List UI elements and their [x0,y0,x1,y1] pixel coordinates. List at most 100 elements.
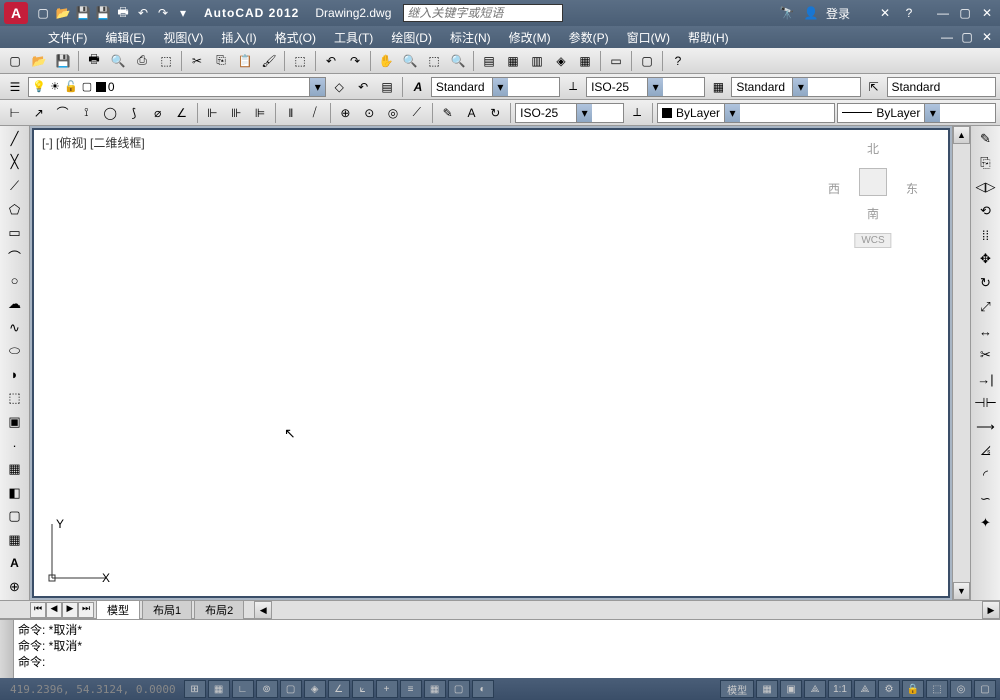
menu-draw[interactable]: 绘图(D) [383,27,440,48]
chevron-down-icon[interactable]: ▾ [724,104,740,122]
menu-modify[interactable]: 修改(M) [501,27,559,48]
tablestyle-combo[interactable]: Standard ▾ [731,77,860,97]
ellipse-icon[interactable]: ⬭ [3,340,27,362]
maximize-icon[interactable]: ▢ [956,4,974,22]
scroll-h-track[interactable] [272,601,982,619]
table-icon[interactable]: ▦ [3,529,27,551]
revcloud-icon[interactable]: ☁ [3,293,27,315]
scroll-left-icon[interactable]: ◀ [254,601,272,619]
open-icon[interactable]: 📂 [54,4,72,22]
tab-prev-icon[interactable]: ◀ [46,602,62,618]
sc-toggle[interactable]: ◐ [472,680,494,698]
dim-baseline-icon[interactable]: ⊪ [225,102,247,124]
dim-update-icon[interactable]: ↻ [484,102,506,124]
annotation-vis-icon[interactable]: ⟁ [854,680,876,698]
qp-toggle[interactable]: ▢ [448,680,470,698]
quickview-layouts-icon[interactable]: ▦ [756,680,778,698]
region-icon[interactable]: ▢ [3,506,27,528]
vertical-scrollbar[interactable]: ▲ ▼ [952,126,970,600]
command-window[interactable]: 命令: *取消* 命令: *取消* 命令: [0,618,1000,678]
model-space-label[interactable]: 模型 [720,680,754,698]
color-combo[interactable]: ByLayer ▾ [657,103,835,123]
new-button[interactable]: ▢ [4,50,26,72]
redo-icon[interactable]: ↷ [154,4,172,22]
dim-space-icon[interactable]: ‖ [280,102,302,124]
chevron-down-icon[interactable]: ▾ [924,104,940,122]
scroll-down-icon[interactable]: ▼ [953,582,970,600]
wcs-label[interactable]: WCS [854,233,891,248]
copy-obj-icon[interactable]: ⎘ [974,152,998,174]
rectangle-icon[interactable]: ▭ [3,222,27,244]
publish-button[interactable]: ⎙ [131,50,153,72]
dim-radius-icon[interactable]: ◯ [99,102,121,124]
gradient-icon[interactable]: ◧ [3,482,27,504]
dim-break-icon[interactable]: ⧸ [304,102,326,124]
cmd-handle[interactable] [0,620,14,678]
spline-icon[interactable]: ∿ [3,317,27,339]
dim-linear-icon[interactable]: ⊢ [4,102,26,124]
login-label[interactable]: 登录 [826,5,850,22]
quickview-drawings-icon[interactable]: ▣ [780,680,802,698]
dim-arc-icon[interactable]: ⌒ [52,102,74,124]
array-icon[interactable]: ⁞⁞ [974,224,998,246]
exchange-icon[interactable]: ✕ [876,4,894,22]
chamfer-icon[interactable]: ⦞ [974,440,998,462]
layer-combo[interactable]: 💡 ☀ 🔓 ▢ 0 ▾ [28,77,326,97]
break-icon[interactable]: ⊣⊢ [974,392,998,414]
point-icon[interactable]: · [3,435,27,457]
dim-edit-icon[interactable]: ✎ [437,102,459,124]
move-icon[interactable]: ✥ [974,248,998,270]
tpy-toggle[interactable]: ▦ [424,680,446,698]
dimstyle-mgr-icon[interactable]: ⟂ [626,102,648,124]
pan-button[interactable]: ✋ [375,50,397,72]
isolate-icon[interactable]: ◎ [950,680,972,698]
scale-label[interactable]: 1:1 [828,680,852,698]
horizontal-scrollbar[interactable]: ◀ ▶ [254,601,1000,619]
save-icon[interactable]: 💾 [74,4,92,22]
tab-next-icon[interactable]: ▶ [62,602,78,618]
explode-icon[interactable]: ✦ [974,512,998,534]
dimstyle2-combo[interactable]: ISO-25 ▾ [515,103,624,123]
viewport-label[interactable]: [-] [俯视] [二维线框] [42,134,145,151]
menu-view[interactable]: 视图(V) [155,27,211,48]
menu-edit[interactable]: 编辑(E) [97,27,153,48]
mirror-icon[interactable]: ◁▷ [974,176,998,198]
inspect-icon[interactable]: ◎ [382,102,404,124]
viewcube-east[interactable]: 东 [906,180,918,197]
app-logo[interactable]: A [4,2,28,24]
zoom-prev-button[interactable]: 🔍 [447,50,469,72]
dim-continue-icon[interactable]: ⊫ [249,102,271,124]
dim-tedit-icon[interactable]: A [461,102,483,124]
new-icon[interactable]: ▢ [34,4,52,22]
layer-prev-button[interactable]: ↶ [352,76,374,98]
viewcube-south[interactable]: 南 [867,205,879,222]
mtext-icon[interactable]: A [3,553,27,575]
menu-dimension[interactable]: 标注(N) [442,27,499,48]
ducs-toggle[interactable]: ⟀ [352,680,374,698]
insert-block-icon[interactable]: ⬚ [3,388,27,410]
polygon-icon[interactable]: ⬠ [3,199,27,221]
stretch-icon[interactable]: ↔ [974,320,998,342]
preview-button[interactable]: 🔍 [107,50,129,72]
toolpalette-button[interactable]: ▥ [526,50,548,72]
minimize-icon[interactable]: — [934,4,952,22]
menu-insert[interactable]: 插入(I) [213,27,264,48]
viewcube-face[interactable] [859,168,887,196]
ortho-toggle[interactable]: ∟ [232,680,254,698]
workspace-icon[interactable]: ⚙ [878,680,900,698]
annotation-scale-icon[interactable]: ⟁ [804,680,826,698]
dim-aligned-icon[interactable]: ↗ [28,102,50,124]
user-icon[interactable]: 👤 [802,4,820,22]
cleanscreen-status-icon[interactable]: ▢ [974,680,996,698]
drawing-canvas[interactable]: [-] [俯视] [二维线框] 北 西 东 南 WCS ↖ Y X [32,128,950,598]
undo-button[interactable]: ↶ [320,50,342,72]
cmd-prompt[interactable]: 命令: [18,654,996,670]
join-icon[interactable]: ⟶ [974,416,998,438]
polyline-icon[interactable]: ⟋ [3,175,27,197]
zoom-rt-button[interactable]: 🔍 [399,50,421,72]
arc-icon[interactable]: ⌒ [3,246,27,268]
saveas-icon[interactable]: 💾 [94,4,112,22]
chevron-down-icon[interactable]: ▾ [792,78,808,96]
mdi-close-icon[interactable]: ✕ [978,28,996,46]
hatch-icon[interactable]: ▦ [3,458,27,480]
